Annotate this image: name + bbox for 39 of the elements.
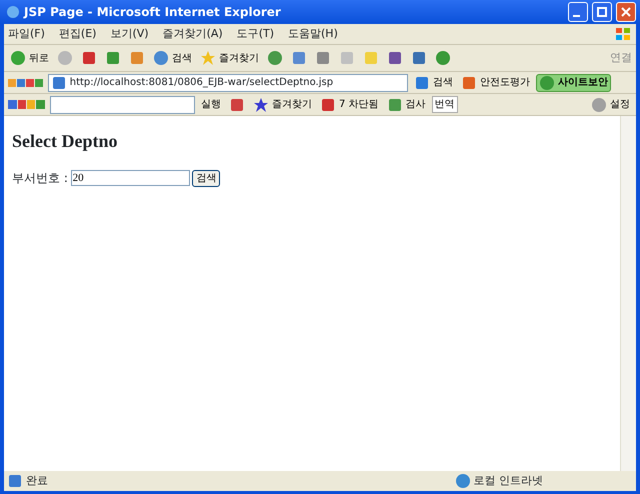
run-button[interactable]: 실행 bbox=[199, 97, 223, 112]
menu-item[interactable]: 도움말(H) bbox=[288, 26, 338, 42]
scrollbar[interactable] bbox=[620, 116, 636, 471]
messenger-button[interactable] bbox=[433, 50, 453, 66]
minimize-icon bbox=[573, 14, 580, 16]
spellcheck-button[interactable]: 검사 bbox=[384, 96, 428, 112]
deptno-label: 부서번호 : bbox=[12, 170, 68, 187]
deptno-field[interactable]: 20 bbox=[70, 170, 190, 186]
favorites-button[interactable]: 즐겨찾기 bbox=[251, 96, 314, 112]
menu-item[interactable]: 보기(V) bbox=[110, 26, 149, 42]
status-text: 완료 bbox=[26, 472, 49, 489]
translate-button[interactable]: 번역 bbox=[432, 96, 458, 113]
search-button[interactable]: 검색 bbox=[151, 50, 194, 66]
menu-item[interactable]: 편집(E) bbox=[58, 26, 96, 42]
history-button[interactable] bbox=[265, 50, 285, 66]
star-icon bbox=[253, 96, 269, 112]
google-search-field[interactable] bbox=[50, 96, 195, 114]
maximize-icon bbox=[597, 7, 607, 17]
address-field[interactable]: http://localhost:8081/0806_EJB-war/selectDeptno.jsp bbox=[48, 74, 408, 92]
security-button[interactable]: 사이트보안 bbox=[536, 74, 611, 92]
window-title: JSP Page - Microsoft Internet Explorer bbox=[24, 4, 282, 21]
close-button[interactable] bbox=[616, 2, 636, 22]
zone-text: 로컬 인트라넷 bbox=[474, 472, 543, 489]
menu-item[interactable]: 즐겨찾기(A) bbox=[162, 26, 223, 42]
search-button[interactable]: 검색 bbox=[412, 74, 455, 90]
popup-blocker-button[interactable]: 7 차단됨 bbox=[318, 96, 381, 112]
favorites-button[interactable]: 즐겨찾기 bbox=[198, 50, 261, 66]
minimize-button[interactable] bbox=[568, 2, 588, 22]
star-icon bbox=[200, 50, 216, 66]
back-button[interactable]: 뒤로 bbox=[8, 50, 51, 66]
rating-button[interactable]: 안전도평가 bbox=[459, 74, 532, 90]
close-icon bbox=[621, 7, 631, 17]
settings-button[interactable]: 설정 bbox=[589, 96, 632, 112]
search-button[interactable]: 검색 bbox=[192, 170, 220, 186]
maximize-button[interactable] bbox=[592, 2, 612, 22]
menu-item[interactable]: 도구(T) bbox=[236, 26, 274, 42]
menu-item[interactable]: 파일(F) bbox=[8, 26, 45, 42]
windows-logo-icon bbox=[614, 26, 632, 42]
page-heading: Select Deptno bbox=[12, 130, 118, 153]
